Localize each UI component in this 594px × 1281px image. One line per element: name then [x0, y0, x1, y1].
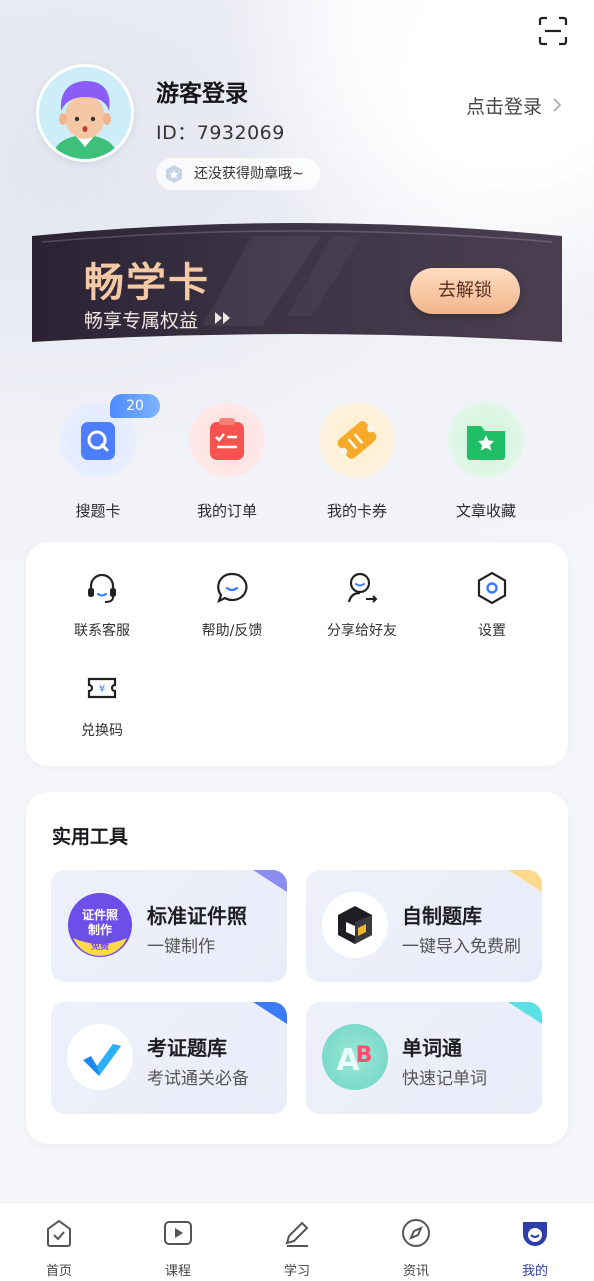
- login-link[interactable]: 点击登录: [466, 92, 542, 119]
- unlock-button[interactable]: 去解锁: [410, 268, 520, 314]
- cube-icon: [338, 906, 372, 944]
- avatar[interactable]: [36, 64, 134, 162]
- scan-icon[interactable]: [538, 16, 568, 46]
- service-customer-support[interactable]: 联系客服: [36, 570, 168, 640]
- tool-id-photo[interactable]: 证件照 制作 免费 标准证件照 一键制作: [51, 870, 287, 982]
- medal-icon: [166, 165, 182, 183]
- quick-action-label: 搜题卡: [75, 502, 121, 520]
- tool-custom-question-bank[interactable]: 自制题库 一键导入免费刷: [306, 870, 542, 982]
- home-icon: [47, 1219, 71, 1247]
- tool-name: 单词通: [402, 1036, 462, 1060]
- service-settings[interactable]: 设置: [426, 570, 558, 640]
- quick-action-label: 文章收藏: [455, 502, 516, 520]
- corner-fold-icon: [253, 1002, 287, 1024]
- tab-label: 课程: [164, 1264, 191, 1279]
- tab-label: 首页: [45, 1264, 72, 1279]
- tab-news[interactable]: 资讯: [376, 1216, 456, 1279]
- service-redeem-code[interactable]: ¥ 兑换码: [36, 670, 168, 740]
- service-label: 分享给好友: [327, 623, 397, 639]
- play-icon: [164, 1221, 192, 1245]
- service-label: 兑换码: [81, 723, 123, 739]
- service-help-feedback[interactable]: 帮助/反馈: [166, 570, 298, 640]
- count-badge: 20: [110, 394, 160, 418]
- service-share[interactable]: 分享给好友: [296, 570, 428, 640]
- id-photo-icon-text: 制作: [88, 922, 112, 937]
- username[interactable]: 游客登录: [156, 74, 248, 108]
- vip-card-subtitle: 畅享专属权益: [84, 310, 199, 332]
- letters-ab-icon: A B: [336, 1043, 373, 1078]
- tool-name: 标准证件照: [147, 904, 247, 928]
- headset-icon: [88, 573, 116, 603]
- quick-action-favorites[interactable]: 文章收藏: [431, 402, 541, 521]
- tab-profile[interactable]: 我的: [495, 1216, 575, 1279]
- avatar-illustration-icon: [39, 67, 131, 159]
- profile-icon: [523, 1222, 547, 1246]
- corner-fold-icon: [253, 870, 287, 892]
- tab-home[interactable]: 首页: [19, 1216, 99, 1279]
- tab-label: 资讯: [402, 1264, 429, 1279]
- redeem-ticket-icon: ¥: [87, 677, 117, 699]
- compass-icon: [402, 1219, 430, 1247]
- tab-label: 学习: [283, 1264, 310, 1279]
- checkmark-icon: [83, 1044, 121, 1076]
- coupon-icon: [337, 421, 377, 459]
- tab-study[interactable]: 学习: [257, 1216, 337, 1279]
- tools-section-title: 实用工具: [52, 826, 129, 848]
- tool-certification-bank[interactable]: 考证题库 考试通关必备: [51, 1002, 287, 1114]
- id-photo-icon-text: 免费: [91, 940, 109, 952]
- settings-hex-icon: [477, 571, 507, 605]
- fast-forward-icon: [215, 312, 230, 324]
- share-user-icon: [347, 572, 378, 603]
- quick-action-search-card[interactable]: 搜题卡: [43, 402, 153, 521]
- svg-text:¥: ¥: [99, 684, 105, 695]
- corner-fold-icon: [508, 870, 542, 892]
- id-photo-icon: 证件照 制作 免费: [68, 893, 132, 957]
- tab-courses[interactable]: 课程: [138, 1216, 218, 1279]
- service-label: 设置: [478, 623, 506, 639]
- service-label: 帮助/反馈: [201, 623, 263, 639]
- user-id: ID：7932069: [156, 122, 285, 144]
- tool-vocabulary[interactable]: A B 单词通 快速记单词: [306, 1002, 542, 1114]
- tool-description: 一键导入免费刷: [402, 937, 521, 957]
- vip-card-title: 畅学卡: [84, 260, 210, 306]
- tool-description: 考试通关必备: [147, 1069, 249, 1089]
- order-icon: [210, 418, 244, 460]
- pencil-icon: [285, 1221, 309, 1247]
- tab-label: 我的: [521, 1264, 548, 1279]
- service-label: 联系客服: [74, 623, 130, 639]
- quick-action-label: 我的订单: [196, 502, 257, 520]
- favorite-folder-icon: [467, 426, 505, 460]
- chat-bubble-icon: [217, 572, 248, 604]
- quick-action-coupons[interactable]: 我的卡券: [302, 402, 412, 521]
- quick-action-label: 我的卡券: [326, 502, 387, 520]
- corner-fold-icon: [508, 1002, 542, 1024]
- tool-description: 一键制作: [147, 937, 215, 957]
- tool-description: 快速记单词: [402, 1069, 487, 1089]
- tool-name: 考证题库: [147, 1036, 227, 1060]
- quick-action-orders[interactable]: 我的订单: [172, 402, 282, 521]
- chevron-right-icon[interactable]: [550, 96, 564, 114]
- vocabulary-icon-letter: B: [356, 1043, 373, 1068]
- id-photo-icon-text: 证件照: [82, 907, 118, 922]
- tool-name: 自制题库: [402, 904, 482, 928]
